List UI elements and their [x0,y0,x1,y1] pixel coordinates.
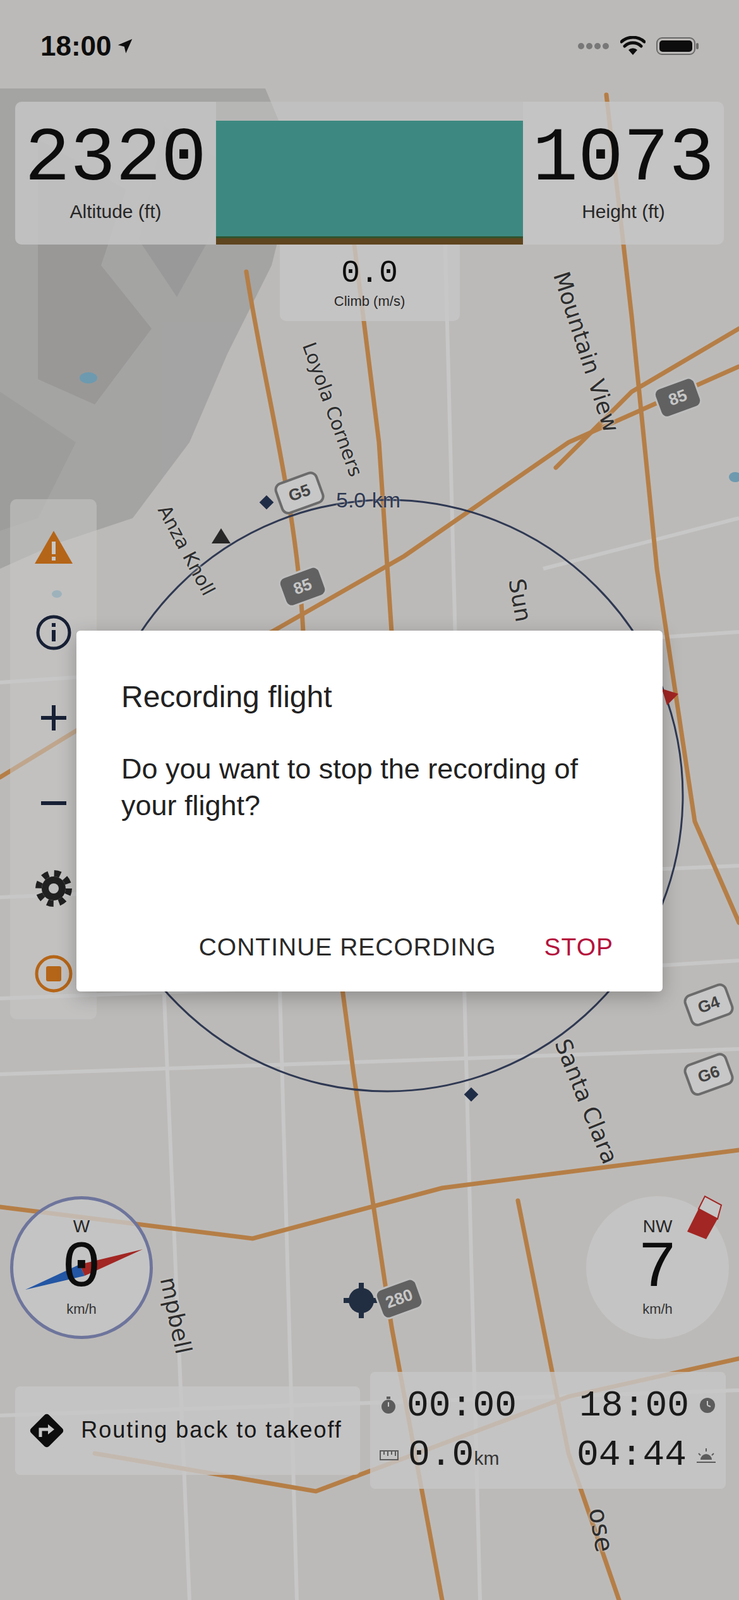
dialog-button[interactable]: CONTINUE RECORDING [193,924,502,970]
screen: 85G585G4G6280Mountain ViewLoyola Corners… [0,0,739,1600]
dialog-title: Recording flight [121,678,618,715]
modal-scrim[interactable]: Recording flight Do you want to stop the … [0,0,739,1600]
dialog-message: Do you want to stop the recording of you… [121,750,618,825]
dialog-actions: CONTINUE RECORDING STOP [121,886,619,970]
dialog-button[interactable]: STOP [539,924,619,970]
stop-recording-dialog: Recording flight Do you want to stop the … [76,630,663,992]
